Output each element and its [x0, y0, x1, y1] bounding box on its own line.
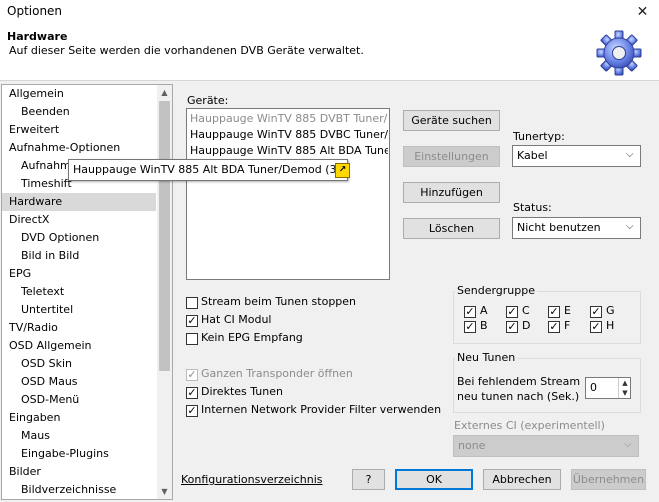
sidebar-item-untertitel[interactable]: Untertitel: [2, 301, 156, 319]
sidebar-item-dvd-optionen[interactable]: DVD Optionen: [2, 229, 156, 247]
sidebar-item-teletext[interactable]: Teletext: [2, 283, 156, 301]
page-subtitle: Auf dieser Seite werden die vorhandenen …: [9, 44, 364, 57]
status-select[interactable]: Nicht benutzen ⌵: [512, 217, 641, 239]
chevron-down-icon: ⌵: [624, 439, 632, 450]
sidebar-item-eingaben[interactable]: Eingaben: [2, 409, 156, 427]
sendergruppe-label: B: [480, 319, 488, 332]
sidebar-item-osd-skin[interactable]: OSD Skin: [2, 355, 156, 373]
device-list-item[interactable]: Hauppauge WinTV 885 DVBC Tuner/Demod (2): [188, 127, 388, 143]
sidebar-item-aufnahme-optionen[interactable]: Aufnahme-Optionen: [2, 139, 156, 157]
sidebar-item-directx[interactable]: DirectX: [2, 211, 156, 229]
sidebar-item-eingabe-plugins[interactable]: Eingabe-Plugins: [2, 445, 156, 463]
sendergruppe-label: C: [522, 304, 530, 317]
devices-label: Geräte:: [187, 94, 229, 107]
settings-button[interactable]: Einstellungen: [403, 146, 500, 167]
option-label[interactable]: Direktes Tunen: [201, 385, 283, 398]
title-bar: Optionen ✕: [0, 0, 659, 23]
option-label[interactable]: Kein EPG Empfang: [201, 331, 303, 344]
apply-button[interactable]: Übernehmen: [571, 469, 646, 490]
status-value: Nicht benutzen: [517, 221, 601, 234]
option-label[interactable]: Internen Network Provider Filter verwend…: [201, 403, 441, 416]
scroll-thumb[interactable]: [159, 101, 170, 371]
spin-down-icon[interactable]: ▼: [618, 388, 631, 398]
search-devices-button[interactable]: Geräte suchen: [403, 110, 500, 131]
sendergruppe-label: E: [564, 304, 571, 317]
option-checkbox[interactable]: ✓: [186, 369, 198, 381]
device-list-item[interactable]: Hauppauge WinTV 885 Alt BDA Tuner/Demod …: [188, 143, 388, 159]
add-button[interactable]: Hinzufügen: [403, 182, 500, 203]
sendergruppe-checkbox[interactable]: ✓: [506, 306, 518, 318]
spin-up-icon[interactable]: ▲: [618, 378, 631, 388]
option-label[interactable]: Hat CI Modul: [201, 313, 271, 326]
retune-seconds-value: 0: [590, 381, 597, 394]
tunertype-label: Tunertyp:: [513, 130, 565, 143]
close-button[interactable]: ✕: [626, 0, 659, 23]
tunertype-select[interactable]: Kabel ⌵: [512, 145, 641, 167]
sendergruppe-checkbox[interactable]: ✓: [590, 321, 602, 333]
sidebar-item-maus[interactable]: Maus: [2, 427, 156, 445]
sidebar-item-allgemein[interactable]: Allgemein: [2, 85, 156, 103]
sidebar-item-tv-radio[interactable]: TV/Radio: [2, 319, 156, 337]
option-checkbox[interactable]: [186, 333, 198, 345]
sidebar-item-epg[interactable]: EPG: [2, 265, 156, 283]
devices-list[interactable]: Hauppauge WinTV 885 DVBT Tuner/Demod (1)…: [186, 108, 390, 280]
sendergruppe-label: F: [564, 319, 571, 332]
tunertype-value: Kabel: [517, 149, 548, 162]
option-checkbox[interactable]: ✓: [186, 405, 198, 417]
sendergruppe-checkbox[interactable]: ✓: [464, 306, 476, 318]
neu-tunen-line2: neu tunen nach (Sek.): [457, 390, 580, 403]
chevron-down-icon: ⌵: [626, 149, 634, 160]
scroll-up-icon[interactable]: ▲: [157, 85, 172, 100]
sidebar-item-hardware[interactable]: Hardware: [2, 193, 156, 211]
sendergruppe-label: D: [522, 319, 531, 332]
status-label: Status:: [513, 201, 552, 214]
sidebar-item-bilder[interactable]: Bilder: [2, 463, 156, 481]
sendergruppe-checkbox[interactable]: ✓: [464, 321, 476, 333]
sidebar-item-bildverzeichnisse[interactable]: Bildverzeichnisse: [2, 481, 156, 499]
sidebar-item-osd-allgemein[interactable]: OSD Allgemein: [2, 337, 156, 355]
externes-ci-label: Externes CI (experimentell): [454, 419, 605, 432]
externes-ci-value: none: [458, 439, 486, 452]
sendergruppe-label: G: [606, 304, 615, 317]
device-list-item[interactable]: Hauppauge WinTV 885 DVBT Tuner/Demod (1): [188, 111, 388, 127]
cancel-button[interactable]: Abbrechen: [483, 469, 561, 490]
sidebar-item-bild-in-bild[interactable]: Bild in Bild: [2, 247, 156, 265]
gear-icon: [596, 30, 642, 76]
arrow-icon: ↗: [335, 163, 350, 178]
retune-seconds-spinner[interactable]: 0 ▲ ▼: [585, 377, 631, 399]
sidebar-item-osd-maus[interactable]: OSD Maus: [2, 373, 156, 391]
nav-scrollbar[interactable]: ▲ ▼: [157, 85, 172, 499]
neu-tunen-title: Neu Tunen: [455, 351, 518, 364]
option-checkbox[interactable]: [186, 297, 198, 309]
sidebar-item-erweitert[interactable]: Erweitert: [2, 121, 156, 139]
scroll-down-icon[interactable]: ▼: [157, 484, 172, 499]
window-title: Optionen: [7, 4, 63, 18]
page-header: Hardware Auf dieser Seite werden die vor…: [0, 23, 659, 81]
sendergruppe-title: Sendergruppe: [455, 284, 538, 297]
delete-button[interactable]: Löschen: [403, 218, 500, 239]
options-navigation: Allgemein Beenden Erweitert Aufnahme-Option…: [1, 84, 173, 500]
chevron-down-icon: ⌵: [626, 221, 634, 232]
option-checkbox[interactable]: ✓: [186, 387, 198, 399]
option-label[interactable]: Ganzen Transponder öffnen: [201, 367, 353, 380]
tooltip-text: Hauppauge WinTV 885 Alt BDA Tuner/Demod …: [73, 163, 341, 176]
option-label[interactable]: Stream beim Tunen stoppen: [201, 295, 356, 308]
ok-button[interactable]: OK: [395, 469, 473, 490]
device-tooltip: Hauppauge WinTV 885 Alt BDA Tuner/Demod …: [68, 159, 350, 181]
neu-tunen-line1: Bei fehlendem Stream: [457, 375, 581, 388]
sendergruppe-checkbox[interactable]: ✓: [590, 306, 602, 318]
sidebar-item-beenden[interactable]: Beenden: [2, 103, 156, 121]
page-title: Hardware: [7, 30, 68, 43]
option-checkbox[interactable]: ✓: [186, 315, 198, 327]
help-button[interactable]: ?: [352, 469, 385, 490]
sendergruppe-checkbox[interactable]: ✓: [548, 321, 560, 333]
config-directory-link[interactable]: Konfigurationsverzeichnis: [181, 473, 323, 486]
sendergruppe-label: H: [606, 319, 615, 332]
sendergruppe-checkbox[interactable]: ✓: [506, 321, 518, 333]
externes-ci-select[interactable]: none ⌵: [453, 435, 639, 457]
sendergruppe-checkbox[interactable]: ✓: [548, 306, 560, 318]
sidebar-item-osd-menü[interactable]: OSD-Menü: [2, 391, 156, 409]
sendergruppe-label: A: [480, 304, 488, 317]
sendergruppe-group: ✓ A ✓ C ✓ E ✓ G ✓ B ✓ D ✓ F ✓ H: [453, 291, 641, 344]
